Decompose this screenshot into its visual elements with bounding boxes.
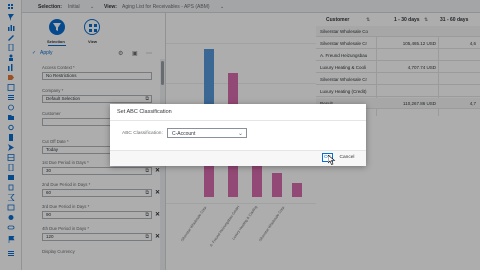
abc-classification-label: ABC Classification: <box>122 131 163 136</box>
divider <box>110 120 366 121</box>
dialog-title: Set ABC Classification <box>117 109 172 115</box>
cancel-button[interactable]: Cancel <box>336 153 358 162</box>
abc-classification-select[interactable]: C-Account ⌄ <box>167 128 247 138</box>
select-value: C-Account <box>172 131 196 137</box>
chevron-down-icon[interactable]: ⌄ <box>238 130 243 137</box>
mouse-cursor-icon <box>328 155 336 165</box>
